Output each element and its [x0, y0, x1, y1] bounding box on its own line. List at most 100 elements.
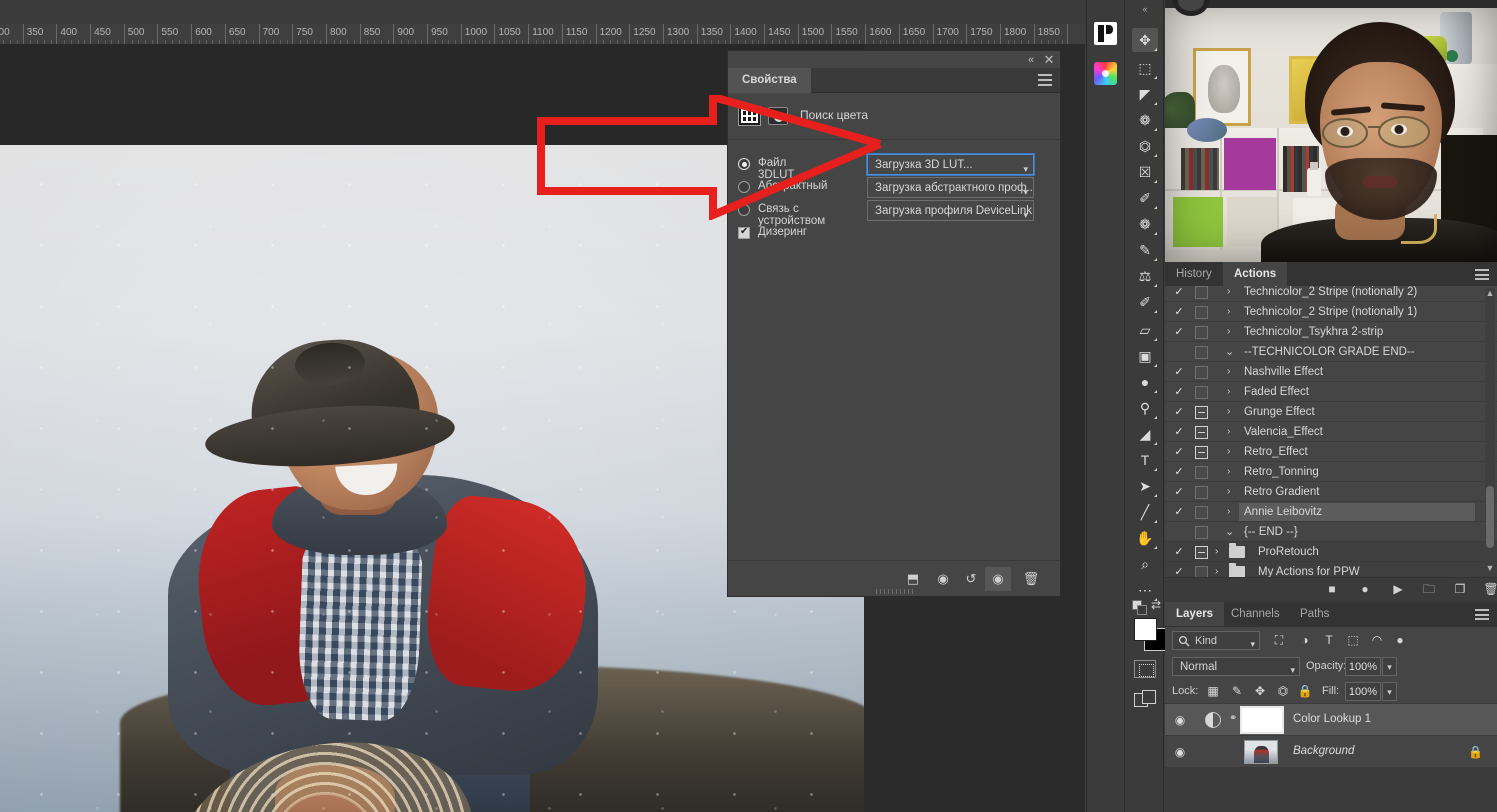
fill-input[interactable]: 100% — [1345, 682, 1381, 701]
actions-panel[interactable]: History Actions ✓ › Technicolor_2 Stripe… — [1165, 262, 1497, 600]
history-brush-tool[interactable]: ✐ — [1132, 290, 1158, 314]
table-row[interactable]: ✓ › Technicolor_2 Stripe (notionally 2) — [1165, 286, 1497, 302]
hand-tool[interactable]: ✋ — [1132, 526, 1158, 550]
twirl-icon[interactable]: › — [1215, 565, 1218, 577]
radio-abstract[interactable] — [738, 181, 750, 193]
twirl-icon[interactable]: › — [1227, 405, 1230, 419]
blend-mode-select[interactable]: Normal ▾ — [1172, 657, 1300, 676]
action-enabled-check[interactable]: ✓ — [1173, 426, 1185, 438]
twirl-icon[interactable]: › — [1227, 365, 1230, 379]
tab-properties[interactable]: Свойства — [728, 68, 811, 93]
blur-tool[interactable]: ● — [1132, 370, 1158, 394]
horizontal-ruler[interactable]: 300 350 400 450 500 550 600 650 700 750 800 850 900 9… — [0, 24, 1085, 45]
table-row[interactable]: ✓ › Grunge Effect — [1165, 402, 1497, 422]
toggle-visibility-icon[interactable]: ◉ — [985, 567, 1011, 591]
action-enabled-check[interactable]: ✓ — [1173, 566, 1185, 577]
view-previous-state-icon[interactable]: ◉ — [930, 567, 956, 591]
panel-menu-icon[interactable] — [1475, 269, 1489, 280]
action-enabled-check[interactable]: ✓ — [1173, 486, 1185, 498]
quick-mask-toggle[interactable] — [1134, 660, 1156, 678]
layers-panel[interactable]: Layers Channels Paths Kind ▾ ⛶ ◑ T ⬚ ◠ ●… — [1165, 602, 1497, 812]
layer-visibility-icon[interactable]: ◉ — [1172, 745, 1188, 759]
list-item[interactable]: ◉ Background 🔒 — [1165, 736, 1497, 768]
action-modal-toggle[interactable] — [1195, 386, 1208, 399]
action-modal-toggle[interactable] — [1195, 466, 1208, 479]
table-row[interactable]: ⌄ --TECHNICOLOR GRADE END-- — [1165, 342, 1497, 362]
actions-scrollbar[interactable]: ▲ ▼ — [1485, 288, 1495, 575]
twirl-icon[interactable]: › — [1227, 425, 1230, 439]
path-selection-tool[interactable]: ➤ — [1132, 474, 1158, 498]
table-row[interactable]: ✓ › Technicolor_2 Stripe (notionally 1) — [1165, 302, 1497, 322]
twirl-icon[interactable]: › — [1227, 385, 1230, 399]
panel-menu-icon[interactable] — [1475, 609, 1489, 620]
action-modal-toggle[interactable] — [1195, 506, 1208, 519]
twirl-icon[interactable]: › — [1227, 325, 1230, 339]
tab-layers[interactable]: Layers — [1165, 602, 1225, 626]
action-enabled-check[interactable]: ✓ — [1173, 406, 1185, 418]
table-row[interactable]: ✓ › Annie Leibovitz — [1165, 502, 1497, 522]
pp-plugin-icon[interactable] — [1094, 22, 1117, 45]
twirl-icon[interactable]: › — [1227, 305, 1230, 319]
table-row[interactable]: ✓ › My Actions for PPW — [1165, 562, 1497, 577]
actions-list[interactable]: ✓ › Technicolor_2 Stripe (notionally 2) … — [1165, 286, 1497, 577]
filter-smart-object-icon[interactable]: ◠ — [1368, 632, 1386, 649]
fill-chevron-down-icon[interactable]: ▾ — [1382, 682, 1397, 701]
scroll-down-icon[interactable]: ▼ — [1485, 563, 1495, 575]
action-enabled-check[interactable]: ✓ — [1173, 306, 1185, 318]
swap-colors-icon[interactable]: ⇄ — [1151, 598, 1165, 612]
collapse-icon[interactable]: « — [1024, 53, 1038, 67]
spot-healing-brush-tool[interactable]: ❁ — [1132, 212, 1158, 236]
pen-tool[interactable]: ◢ — [1132, 422, 1158, 446]
twirl-icon[interactable]: › — [1215, 545, 1218, 559]
action-enabled-check[interactable]: ✓ — [1173, 446, 1185, 458]
crop-tool[interactable]: ⏣ — [1132, 134, 1158, 158]
properties-panel[interactable]: « ✕ Свойства Поиск цвета Файл 3DLUT Абст… — [727, 50, 1061, 597]
new-action-button[interactable]: ❐ — [1448, 581, 1472, 598]
table-row[interactable]: ✓ › Technicolor_Tsykhra 2-strip — [1165, 322, 1497, 342]
tab-paths[interactable]: Paths — [1289, 602, 1340, 626]
layer-thumbnail[interactable] — [1244, 740, 1278, 764]
radio-3dlut-file[interactable] — [738, 158, 750, 170]
twirl-icon[interactable]: › — [1227, 505, 1230, 519]
tab-history[interactable]: History — [1165, 262, 1223, 286]
filter-toggle-icon[interactable]: ● — [1391, 632, 1409, 649]
delete-layer-icon[interactable]: 🗑 — [1018, 567, 1044, 591]
action-modal-toggle[interactable] — [1195, 546, 1208, 559]
opacity-input[interactable]: 100% — [1345, 657, 1381, 676]
lasso-tool[interactable]: ◤ — [1132, 82, 1158, 106]
horizontal-type-tool[interactable]: T — [1132, 448, 1158, 472]
lock-position-icon[interactable]: ✥ — [1250, 683, 1270, 700]
plugin-dock[interactable]: « — [1086, 0, 1122, 812]
table-row[interactable]: ✓ › Retro_Effect — [1165, 442, 1497, 462]
action-enabled-check[interactable]: ✓ — [1173, 466, 1185, 478]
table-row[interactable]: ✓ › ProRetouch — [1165, 542, 1497, 562]
dodge-tool[interactable]: ⚲ — [1132, 396, 1158, 420]
action-modal-toggle[interactable] — [1195, 346, 1208, 359]
default-colors-icon[interactable] — [1132, 600, 1147, 615]
move-tool[interactable]: ✥ — [1132, 28, 1158, 52]
action-enabled-check[interactable]: ✓ — [1173, 546, 1185, 558]
action-modal-toggle[interactable] — [1195, 566, 1208, 577]
filter-pixel-icon[interactable]: ⛶ — [1270, 632, 1288, 649]
action-enabled-check[interactable]: ✓ — [1173, 386, 1185, 398]
tools-panel[interactable]: « ✥ ⬚ ◤ ❁ ⏣ ☒ ✐ ❁ ✎ ⚖ ✐ ▱ ▣ ● ⚲ ◢ T ➤ ╱ … — [1124, 0, 1167, 812]
new-set-button[interactable]: 🗀 — [1417, 581, 1441, 598]
filter-adjustment-icon[interactable]: ◑ — [1296, 632, 1314, 649]
table-row[interactable]: ⌄ {-- END --} — [1165, 522, 1497, 542]
play-button[interactable]: ▶ — [1386, 581, 1410, 598]
delete-button[interactable]: 🗑 — [1479, 581, 1497, 598]
action-enabled-check[interactable]: ✓ — [1173, 286, 1185, 298]
line-tool[interactable]: ╱ — [1132, 500, 1158, 524]
filter-shape-icon[interactable]: ⬚ — [1344, 632, 1362, 649]
action-modal-toggle[interactable] — [1195, 306, 1208, 319]
panel-menu-icon[interactable] — [1038, 74, 1052, 86]
frame-tool[interactable]: ☒ — [1132, 160, 1158, 184]
layer-visibility-icon[interactable]: ◉ — [1172, 713, 1188, 727]
action-modal-toggle[interactable] — [1195, 286, 1208, 299]
action-modal-toggle[interactable] — [1195, 406, 1208, 419]
twirl-icon[interactable]: › — [1227, 445, 1230, 459]
action-enabled-check[interactable] — [1173, 526, 1185, 538]
clip-to-layer-icon[interactable]: ⬒ — [900, 567, 926, 591]
action-modal-toggle[interactable] — [1195, 426, 1208, 439]
stop-button[interactable]: ■ — [1320, 581, 1344, 598]
